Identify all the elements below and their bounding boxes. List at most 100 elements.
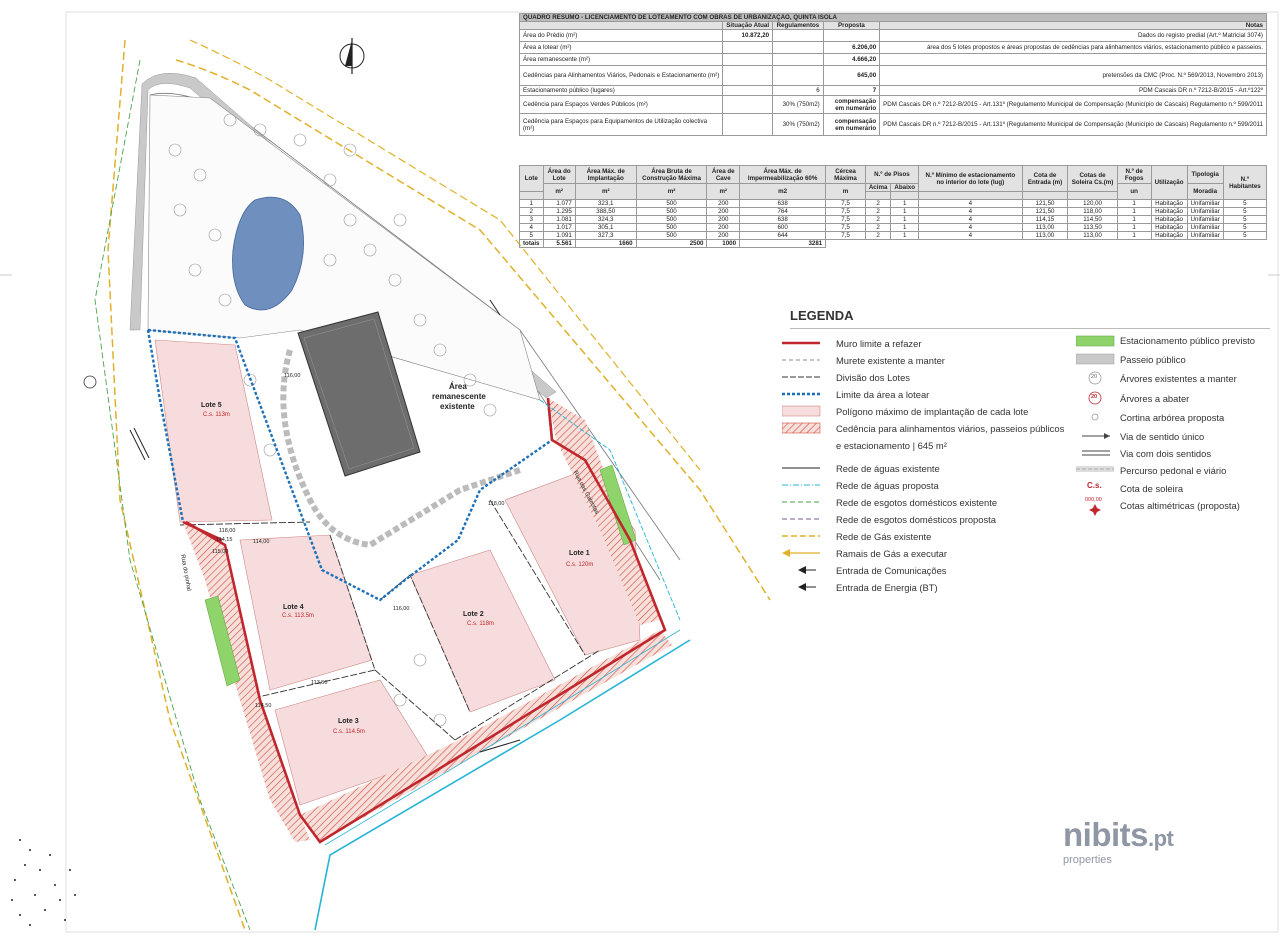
brand-suffix: .pt	[1148, 826, 1174, 851]
lot-5-cs: C.s. 113m	[203, 412, 230, 418]
summary-value: 6.206,00	[822, 41, 881, 54]
cell: 113,00	[1067, 231, 1118, 240]
lot-1-label: Lote 1	[569, 550, 590, 557]
table-row: 5 1.091 327,3 500 200 644 7,5 2 1 4 113,00 113,00 1 H…	[519, 231, 1268, 240]
remainder-label-1: Área	[449, 382, 467, 391]
lots-col: Cotas de Soleira Cs.(m)	[1067, 165, 1118, 192]
legend-item: Árvores existentes a manter	[1120, 373, 1237, 384]
cell: 1.077	[542, 199, 576, 208]
lots-col: N.º de Pisos	[864, 165, 920, 184]
legend-symbols-left	[782, 341, 821, 591]
totals-row: totais 5.561 1660 2500 1000 3281	[519, 239, 1267, 248]
lot-2-cs: C.s. 118m	[467, 621, 494, 627]
cell: 120,00	[1067, 199, 1118, 208]
cell: 1.017	[542, 223, 576, 232]
summary-value	[722, 85, 774, 96]
legend-item: Limite da área a lotear	[836, 389, 930, 400]
lots-col: Lote	[519, 165, 544, 192]
cell: 500	[635, 231, 708, 240]
unit-cell: un	[1116, 183, 1152, 200]
cell: Unifamiliar	[1186, 215, 1224, 224]
summary-col: Situação Atual	[722, 21, 774, 30]
cell: 2	[864, 231, 892, 240]
cell: 1	[890, 199, 920, 208]
lots-col: N.º de Fogos	[1116, 165, 1152, 184]
table-row: 2 1.295 388,50 500 200 764 7,5 2 1 4 121,50 118,00 1…	[519, 207, 1268, 216]
cell: Unifamiliar	[1186, 231, 1224, 240]
unit-cell	[890, 191, 920, 200]
lot-3-label: Lote 3	[338, 718, 359, 725]
summary-note: Dados do registo predial (Art.º Matricia…	[879, 29, 1267, 42]
tree-keep-mark: 20	[1091, 374, 1098, 380]
spot-height: 114,15	[216, 537, 233, 543]
unit-cell: m²	[635, 183, 708, 200]
cell: 118,00	[1067, 207, 1118, 216]
cell: Habitação	[1150, 223, 1188, 232]
lot-2-label: Lote 2	[463, 611, 484, 618]
lots-sub-col: Acima	[864, 183, 892, 192]
legend-item: Entrada de Energia (BT)	[836, 582, 938, 593]
cell: 638	[739, 215, 827, 224]
cell: 323,1	[574, 199, 637, 208]
summary-label: Estacionamento público (lugares)	[518, 85, 724, 96]
cell: 1	[519, 199, 544, 208]
cs-mark: C.s.	[1087, 481, 1102, 490]
summary-value	[772, 53, 824, 66]
tree-remove-mark: 20	[1091, 394, 1098, 400]
lot-5-implantation	[154, 339, 273, 523]
summary-value: 6	[772, 85, 824, 96]
unit-cell: m²	[542, 183, 576, 200]
legend-item: Cota de soleira	[1120, 483, 1184, 494]
summary-note: pretensões da CMC (Proc. N.º 569/2013, N…	[879, 65, 1267, 86]
legend-item: Árvores a abater	[1120, 393, 1190, 404]
legend-item: Rede de esgotos domésticos proposta	[836, 514, 996, 525]
summary-value	[722, 65, 774, 86]
cell: 644	[739, 231, 827, 240]
cell: 2	[864, 223, 892, 232]
cell: 121,50	[1021, 207, 1069, 216]
lot-1-cs: C.s. 120m	[566, 562, 594, 568]
lots-col: Utilização	[1150, 165, 1188, 200]
summary-col	[518, 21, 724, 30]
cell: 1	[1116, 199, 1152, 208]
lots-sub-col: Abaixo	[890, 183, 920, 192]
unit-cell: m2	[739, 183, 827, 200]
unit-cell	[1067, 191, 1118, 200]
cell: 200	[706, 199, 741, 208]
cell: 5	[1222, 199, 1268, 208]
legend-item: Rede de águas proposta	[836, 480, 939, 491]
cell: 5	[519, 231, 544, 240]
cell: 2	[519, 207, 544, 216]
cell: 4	[918, 223, 1023, 232]
lots-col: Área do Lote	[542, 165, 576, 184]
cell: 4	[918, 215, 1023, 224]
legend-item: Cortina arbórea proposta	[1120, 412, 1225, 423]
cell: 1	[1116, 223, 1152, 232]
cell: Habitação	[1150, 215, 1188, 224]
cell: 600	[739, 223, 827, 232]
spot-height: 114,50	[255, 703, 272, 709]
cell: Habitação	[1150, 231, 1188, 240]
unit-cell	[519, 191, 544, 200]
summary-value: 7	[822, 85, 881, 96]
spot-height: 113,50	[311, 680, 328, 686]
legend-item: Estacionamento público previsto	[1120, 335, 1255, 346]
summary-table: QUADRO RESUMO - LICENCIAMENTO DE LOTEAME…	[518, 13, 1267, 136]
summary-col: Regulamentos	[772, 21, 824, 30]
cell: 113,50	[1067, 223, 1118, 232]
cell: 5	[1222, 207, 1268, 216]
cell: 1.081	[542, 215, 576, 224]
summary-value	[822, 29, 881, 42]
lots-col: Área Bruta de Construção Máxima	[635, 165, 708, 184]
cell: Unifamiliar	[1186, 199, 1224, 208]
summary-label: Cedência para Espaços Verdes Públicos (m…	[518, 95, 724, 114]
legend-item: Muro limite a refazer	[836, 338, 922, 349]
table-row: 4 1.017 305,1 500 200 600 7,5 2 1 4 113,00 113,50 1 H…	[519, 223, 1268, 232]
remainder-label-3: existente	[440, 402, 475, 411]
legend-item: Cotas altimétricas (proposta)	[1120, 500, 1240, 511]
summary-title: QUADRO RESUMO - LICENCIAMENTO DE LOTEAME…	[519, 13, 1267, 22]
summary-value	[722, 53, 774, 66]
legend-item: Via com dois sentidos	[1120, 448, 1212, 459]
lots-col: Área Máx. de Impermeabilização 60%	[739, 165, 827, 184]
unit-cell	[1021, 191, 1069, 200]
